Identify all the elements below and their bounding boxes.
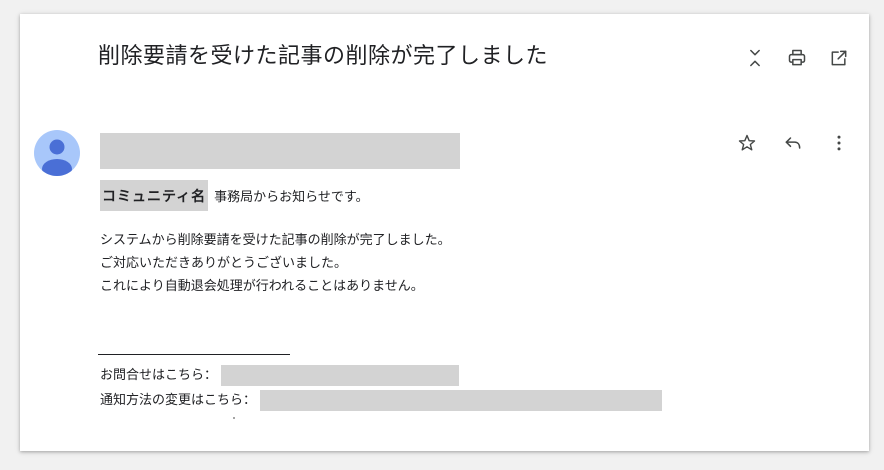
trailing-mark: [233, 417, 235, 419]
more-vertical-icon[interactable]: [827, 131, 851, 155]
person-avatar-icon: [42, 139, 72, 176]
body-line: ご対応いただきありがとうございました。: [100, 256, 348, 271]
notification-settings-label: 通知方法の変更はこちら：: [100, 392, 257, 408]
body-line: システムから削除要請を受けた記事の削除が完了しました。: [100, 233, 451, 248]
notification-settings-line: 通知方法の変更はこちら：: [100, 390, 663, 411]
email-card: 削除要請を受けた記事の削除が完了しました コミュニティ名 事務局からお知らせです…: [20, 14, 869, 451]
message-actions: [735, 131, 851, 155]
sender-name-redacted: [100, 133, 460, 169]
body-line: これにより自動退会処理が行われることはありません。: [100, 279, 424, 294]
email-body: システムから削除要請を受けた記事の削除が完了しました。 ご対応いただきありがとう…: [100, 229, 451, 298]
reply-icon[interactable]: [781, 131, 805, 155]
intro-line: コミュニティ名 事務局からお知らせです。: [100, 179, 369, 211]
contact-line: お問合せはこちら：: [100, 365, 460, 386]
notification-settings-link-redacted[interactable]: [260, 390, 663, 411]
star-icon[interactable]: [735, 131, 759, 155]
collapse-all-icon[interactable]: [743, 46, 767, 70]
thread-actions: [743, 46, 851, 70]
open-in-new-window-icon[interactable]: [827, 46, 851, 70]
sender-avatar[interactable]: [34, 130, 80, 176]
intro-text: 事務局からお知らせです。: [214, 189, 369, 205]
contact-label: お問合せはこちら：: [100, 367, 218, 383]
email-subject: 削除要請を受けた記事の削除が完了しました: [98, 44, 549, 69]
contact-link-redacted[interactable]: [221, 365, 460, 386]
print-icon[interactable]: [785, 46, 809, 70]
community-name-tag: コミュニティ名: [100, 179, 209, 211]
signature-divider: [98, 354, 290, 355]
